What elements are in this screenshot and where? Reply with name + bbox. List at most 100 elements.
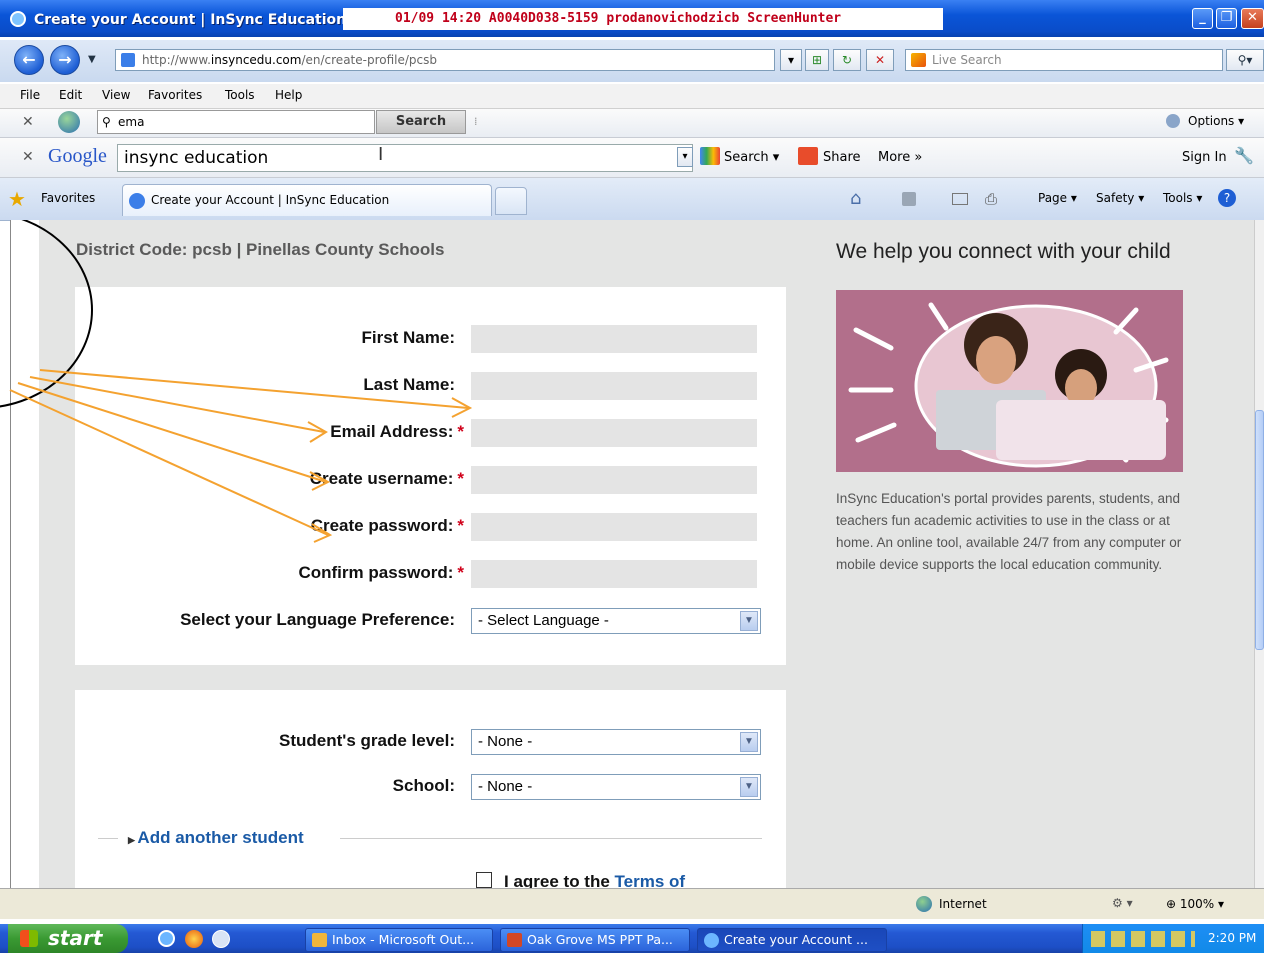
last-name-label: Last Name: [363,375,455,395]
url-prefix: http://www. [142,53,211,67]
menu-tools[interactable]: Tools [225,88,255,102]
google-search-button[interactable]: Search ▾ [724,150,779,165]
task-ppt[interactable]: Oak Grove MS PPT Pa... [500,928,690,952]
quicklaunch-firefox-icon[interactable] [185,930,203,948]
add-student-link[interactable]: ▶ Add another student [128,828,304,848]
triangle-right-icon: ▶ [128,835,138,845]
toolbar-search-input[interactable]: ⚲ ema [97,110,375,134]
username-label-text: Create username: [309,469,454,488]
divider-left [98,838,118,839]
history-dropdown-icon[interactable]: ▼ [88,54,96,65]
compatibility-icon[interactable]: ⊞ [805,49,829,71]
mail-icon[interactable] [952,193,968,205]
help-icon[interactable]: ? [1218,189,1236,207]
task-ppt-label: Oak Grove MS PPT Pa... [527,932,673,947]
terms-checkbox[interactable] [476,872,492,888]
page-menu[interactable]: Page ▾ [1038,191,1077,205]
live-search-input[interactable]: Live Search [905,49,1223,71]
start-button[interactable]: start [8,924,128,953]
language-select-value: - Select Language - [478,612,609,629]
scrollbar-thumb[interactable] [1255,410,1264,650]
google-search-query: insync education [124,148,269,168]
live-search-logo-icon [911,53,926,67]
promo-image [836,290,1183,472]
close-google-toolbar-icon[interactable]: ✕ [22,149,34,165]
minimize-button[interactable]: _ [1192,8,1213,29]
chevron-down-icon: ▼ [740,611,758,631]
refresh-button[interactable]: ↻ [833,49,861,71]
internet-zone-icon [916,896,932,912]
window-title: Create your Account | InSync Education [34,12,347,28]
toolbar-search-query: ema [118,115,145,129]
close-toolbar-icon[interactable]: ✕ [22,114,34,130]
address-input[interactable]: http://www.insyncedu.com/en/create-profi… [115,49,775,71]
school-select[interactable]: - None - ▼ [471,774,761,800]
email-field[interactable] [471,419,757,447]
task-inbox[interactable]: Inbox - Microsoft Out... [305,928,493,952]
menu-bar: File Edit View Favorites Tools Help [0,84,1264,109]
favorites-button[interactable]: Favorites [41,191,95,205]
globe-icon[interactable] [58,111,80,133]
google-search-input[interactable]: insync education [117,144,693,172]
safety-menu[interactable]: Safety ▾ [1096,191,1144,205]
more-button[interactable]: More » [878,150,922,165]
toolbar-search-button[interactable]: Search [376,110,466,134]
tab-create-account[interactable]: Create your Account | InSync Education [122,184,492,216]
menu-edit[interactable]: Edit [59,88,82,102]
tray-icons[interactable] [1091,931,1195,947]
confirm-password-label-text: Confirm password: [298,563,454,582]
google-dropdown-button[interactable]: ▾ [677,147,693,167]
add-student-label: Add another student [137,828,304,847]
last-name-field[interactable] [471,372,757,400]
restore-button[interactable]: ❐ [1216,8,1237,29]
last-name-label-text: Last Name: [363,375,455,394]
task-browser-label: Create your Account ... [724,932,868,947]
page-menu-label: Page [1038,191,1068,205]
menu-help[interactable]: Help [275,88,302,102]
sign-in-link[interactable]: Sign In [1182,150,1227,165]
task-browser[interactable]: Create your Account ... [697,928,887,952]
school-select-value: - None - [478,778,533,795]
language-select[interactable]: - Select Language - ▼ [471,608,761,634]
zoom-control[interactable]: ⊕ 100% ▾ [1166,897,1224,911]
screenhunter-banner: 01/09 14:20 A0040D038-5159 prodanovichod… [343,8,943,30]
window-title-bar: Create your Account | InSync Education 0… [0,0,1264,37]
powerpoint-icon [507,933,522,947]
safety-menu-label: Safety [1096,191,1135,205]
home-icon[interactable]: ⌂ [850,188,861,209]
page-icon [121,53,135,67]
password-field[interactable] [471,513,757,541]
username-field[interactable] [471,466,757,494]
share-button[interactable]: Share [823,150,861,165]
menu-view[interactable]: View [102,88,130,102]
tools-menu[interactable]: Tools ▾ [1163,191,1202,205]
quicklaunch-app-icon[interactable] [212,930,230,948]
required-mark: * [457,563,464,582]
first-name-field[interactable] [471,325,757,353]
zoom-level: 100% [1179,897,1215,911]
wrench-icon[interactable]: 🔧 [1234,146,1254,165]
print-icon[interactable]: ⎙ [985,190,997,208]
required-mark: * [457,516,464,535]
menu-favorites[interactable]: Favorites [148,88,202,102]
stop-button[interactable]: ✕ [866,49,894,71]
feeds-icon[interactable] [902,192,916,206]
confirm-password-field[interactable] [471,560,757,588]
protected-mode-icon[interactable]: ⚙ ▾ [1112,896,1133,910]
options-icon[interactable] [1166,114,1180,128]
toolbar-grip-icon: ⁞ [474,115,478,128]
address-dropdown-button[interactable]: ▾ [780,49,802,71]
back-button[interactable]: ← [14,45,44,75]
ie-task-icon [704,933,719,948]
quicklaunch-ie-icon[interactable] [158,930,175,947]
internet-zone: Internet [939,897,987,911]
menu-file[interactable]: File [20,88,40,102]
grade-select[interactable]: - None - ▼ [471,729,761,755]
new-tab-button[interactable] [495,187,527,215]
options-button[interactable]: Options ▾ [1188,114,1244,128]
close-button[interactable]: ✕ [1241,8,1264,29]
favorites-star-icon[interactable]: ★ [8,187,26,211]
tools-menu-label: Tools [1163,191,1193,205]
forward-button[interactable]: → [50,45,80,75]
search-icon[interactable]: ⚲▾ [1226,49,1264,71]
